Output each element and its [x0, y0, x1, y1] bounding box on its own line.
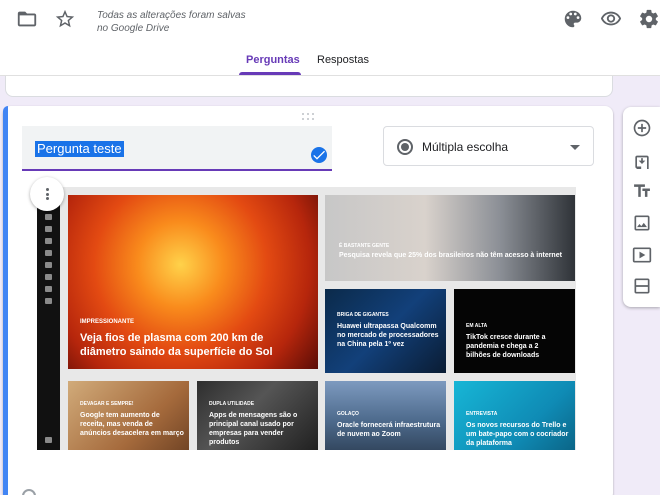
- image-tile: DUPLA UTILIDADE Apps de mensagens são o …: [197, 381, 318, 450]
- drag-handle-icon[interactable]: [302, 113, 316, 121]
- video-icon[interactable]: [632, 245, 652, 265]
- tile-title: Oracle fornecerá infraestrutura de nuvem…: [337, 422, 441, 438]
- image-tile: É BASTANTE GENTE Pesquisa revela que 25%…: [325, 195, 575, 281]
- image-options-button[interactable]: [30, 177, 64, 211]
- active-tab-indicator: [239, 72, 301, 75]
- question-image: IMPRESSIONANTE Veja fios de plasma com 2…: [37, 187, 576, 450]
- image-tile: EM ALTA TikTok cresce durante a pandemia…: [454, 289, 575, 373]
- image-tile: BRIGA DE GIGANTES Huawei ultrapassa Qual…: [325, 289, 446, 373]
- tile-title: Veja fios de plasma com 200 km de diâmet…: [80, 332, 273, 358]
- tile-category: DUPLA UTILIDADE: [209, 401, 255, 407]
- image-tile: GOLAÇO Oracle fornecerá infraestrutura d…: [325, 381, 446, 450]
- star-icon[interactable]: [53, 7, 77, 31]
- eye-icon[interactable]: [599, 7, 623, 31]
- tile-title: Google tem aumento de receita, mas venda…: [80, 412, 184, 437]
- question-type-dropdown[interactable]: Múltipla escolha: [383, 126, 594, 166]
- tab-respostas[interactable]: Respostas: [317, 54, 369, 66]
- title-text-icon[interactable]: [632, 181, 652, 201]
- image-icon[interactable]: [632, 213, 652, 233]
- tile-category: EM ALTA: [466, 323, 488, 329]
- check-icon: [311, 147, 327, 163]
- tile-category: GOLAÇO: [337, 411, 359, 417]
- question-type-label: Múltipla escolha: [422, 140, 509, 154]
- radio-button-icon: [397, 139, 413, 155]
- import-questions-icon[interactable]: [632, 149, 652, 173]
- previous-card: [5, 76, 613, 97]
- tile-category: DEVAGAR E SEMPRE!: [80, 401, 134, 407]
- top-bar: Todas as alterações foram salvas no Goog…: [0, 0, 660, 76]
- tile-title: Os novos recursos do Trello e um bate-pa…: [466, 422, 569, 447]
- tile-category: ENTREVISTA: [466, 411, 498, 417]
- tile-title: Huawei ultrapassa Qualcomm no mercado de…: [337, 323, 439, 348]
- folder-icon[interactable]: [15, 7, 39, 31]
- image-sidebar: [37, 187, 60, 450]
- question-title-text[interactable]: Pergunta teste: [35, 141, 124, 157]
- tile-category: É BASTANTE GENTE: [339, 243, 390, 249]
- section-icon[interactable]: [632, 276, 652, 296]
- image-tile: DEVAGAR E SEMPRE! Google tem aumento de …: [68, 381, 189, 450]
- tile-title: Apps de mensagens são o principal canal …: [209, 412, 298, 446]
- tile-category: IMPRESSIONANTE: [80, 319, 135, 325]
- image-tile: ENTREVISTA Os novos recursos do Trello e…: [454, 381, 575, 450]
- tile-title: Pesquisa revela que 25% dos brasileiros …: [339, 252, 562, 259]
- tile-category: BRIGA DE GIGANTES: [337, 312, 389, 318]
- side-toolbar: [623, 107, 660, 307]
- card-focus-accent: [3, 106, 8, 495]
- add-question-icon[interactable]: [632, 118, 652, 138]
- palette-icon[interactable]: [561, 7, 585, 31]
- save-status: Todas as alterações foram salvas no Goog…: [97, 10, 246, 34]
- image-tile-featured: IMPRESSIONANTE Veja fios de plasma com 2…: [68, 195, 318, 369]
- gear-icon[interactable]: [637, 7, 660, 31]
- chevron-down-icon: [570, 145, 580, 150]
- tab-perguntas[interactable]: Perguntas: [246, 54, 300, 66]
- tile-title: TikTok cresce durante a pandemia e chega…: [466, 334, 546, 359]
